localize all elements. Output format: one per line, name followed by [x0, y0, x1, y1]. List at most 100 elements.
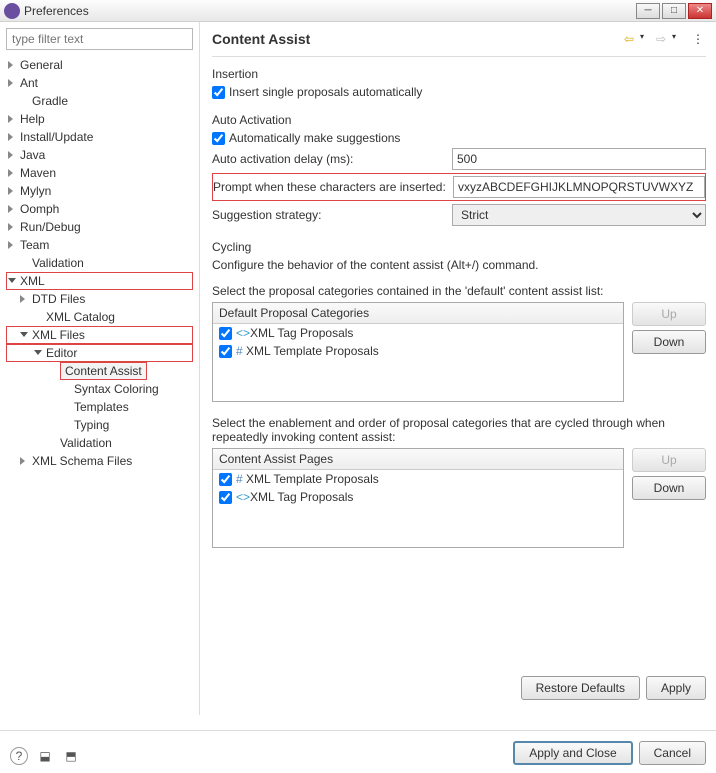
chevron-down-icon[interactable] — [34, 348, 44, 358]
close-button[interactable]: ✕ — [688, 3, 712, 19]
help-icon[interactable]: ? — [10, 747, 28, 765]
titlebar: Preferences ─ □ ✕ — [0, 0, 716, 22]
chevron-down-icon[interactable] — [20, 330, 30, 340]
twisty-blank — [34, 312, 44, 322]
tree-label: Mylyn — [20, 184, 51, 198]
tree-label: XML Schema Files — [32, 454, 132, 468]
tree-node-help[interactable]: Help — [6, 110, 193, 128]
twisty-blank — [20, 96, 30, 106]
twisty-blank — [62, 384, 72, 394]
tree-node-install-update[interactable]: Install/Update — [6, 128, 193, 146]
chevron-right-icon[interactable] — [20, 294, 30, 304]
restore-defaults-button[interactable]: Restore Defaults — [521, 676, 640, 700]
auto-suggest-checkbox[interactable] — [212, 132, 225, 145]
twisty-blank — [62, 402, 72, 412]
tree-label: Validation — [60, 436, 112, 450]
chevron-right-icon[interactable] — [20, 456, 30, 466]
tree-node-ant[interactable]: Ant — [6, 74, 193, 92]
tree-label: Java — [20, 148, 45, 162]
chevron-right-icon[interactable] — [8, 114, 18, 124]
row-checkbox[interactable] — [219, 327, 232, 340]
delay-input[interactable] — [452, 148, 706, 170]
tree-node-mylyn[interactable]: Mylyn — [6, 182, 193, 200]
insert-single-checkbox[interactable] — [212, 86, 225, 99]
apply-button[interactable]: Apply — [646, 676, 706, 700]
tree-node-editor[interactable]: Editor — [6, 344, 193, 362]
up-button[interactable]: Up — [632, 448, 706, 472]
tree-node-gradle[interactable]: Gradle — [6, 92, 193, 110]
tree-label: Oomph — [20, 202, 59, 216]
tree-node-typing[interactable]: Typing — [6, 416, 193, 434]
row-label: XML Template Proposals — [246, 344, 379, 358]
tree-node-team[interactable]: Team — [6, 236, 193, 254]
prompt-input[interactable] — [453, 176, 705, 198]
down-button[interactable]: Down — [632, 330, 706, 354]
import-icon[interactable]: ⬓ — [36, 747, 54, 765]
tree-label: XML Files — [32, 328, 85, 342]
autoactivation-heading: Auto Activation — [212, 113, 706, 127]
tree-label: Editor — [46, 346, 77, 360]
insertion-heading: Insertion — [212, 67, 706, 81]
tree-node-run-debug[interactable]: Run/Debug — [6, 218, 193, 236]
chevron-right-icon[interactable] — [8, 168, 18, 178]
chevron-right-icon[interactable] — [8, 78, 18, 88]
tree-node-oomph[interactable]: Oomph — [6, 200, 193, 218]
apply-and-close-button[interactable]: Apply and Close — [513, 741, 632, 765]
view-menu-icon[interactable]: ⋮ — [692, 32, 706, 46]
strategy-select[interactable]: Strict — [452, 204, 706, 226]
export-icon[interactable]: ⬒ — [62, 747, 80, 765]
tree-node-templates[interactable]: Templates — [6, 398, 193, 416]
minimize-button[interactable]: ─ — [636, 3, 660, 19]
pages-table[interactable]: Content Assist Pages # XML Template Prop… — [212, 448, 624, 548]
page-title: Content Assist — [212, 28, 310, 50]
tag-icon: <> — [236, 326, 250, 340]
chevron-right-icon[interactable] — [8, 186, 18, 196]
cancel-button[interactable]: Cancel — [639, 741, 706, 765]
row-checkbox[interactable] — [219, 491, 232, 504]
back-menu-icon[interactable]: ▾ — [640, 32, 654, 46]
chevron-right-icon[interactable] — [8, 240, 18, 250]
tree-node-general[interactable]: General — [6, 56, 193, 74]
default-categories-table[interactable]: Default Proposal Categories <>XML Tag Pr… — [212, 302, 624, 402]
tree-node-validation[interactable]: Validation — [6, 254, 193, 272]
chevron-right-icon[interactable] — [8, 150, 18, 160]
table-row[interactable]: <>XML Tag Proposals — [213, 488, 623, 506]
chevron-down-icon[interactable] — [8, 276, 18, 286]
table-row[interactable]: # XML Template Proposals — [213, 342, 623, 360]
tree-node-content-assist[interactable]: Content Assist — [6, 362, 193, 380]
up-button[interactable]: Up — [632, 302, 706, 326]
tree-label: Validation — [32, 256, 84, 270]
pages-th: Content Assist Pages — [213, 449, 623, 470]
cycling-heading: Cycling — [212, 240, 706, 254]
tree-node-xml[interactable]: XML — [6, 272, 193, 290]
table-row[interactable]: # XML Template Proposals — [213, 470, 623, 488]
tree-node-xml-files[interactable]: XML Files — [6, 326, 193, 344]
chevron-right-icon[interactable] — [8, 204, 18, 214]
row-label: XML Tag Proposals — [250, 326, 353, 340]
tree-node-xml-schema-files[interactable]: XML Schema Files — [6, 452, 193, 470]
chevron-right-icon[interactable] — [8, 132, 18, 142]
strategy-label: Suggestion strategy: — [212, 208, 452, 222]
fwd-menu-icon[interactable]: ▾ — [672, 32, 686, 46]
filter-input[interactable] — [6, 28, 193, 50]
table-row[interactable]: <>XML Tag Proposals — [213, 324, 623, 342]
chevron-right-icon[interactable] — [8, 60, 18, 70]
row-label: XML Template Proposals — [246, 472, 379, 486]
back-icon[interactable]: ⇦ — [624, 32, 638, 46]
tree-node-xml-catalog[interactable]: XML Catalog — [6, 308, 193, 326]
tree-node-syntax-coloring[interactable]: Syntax Coloring — [6, 380, 193, 398]
tree-node-dtd-files[interactable]: DTD Files — [6, 290, 193, 308]
tree-label: Templates — [74, 400, 129, 414]
forward-icon[interactable]: ⇨ — [656, 32, 670, 46]
tree-label: XML Catalog — [46, 310, 115, 324]
tree-node-java[interactable]: Java — [6, 146, 193, 164]
row-checkbox[interactable] — [219, 473, 232, 486]
tree-node-validation[interactable]: Validation — [6, 434, 193, 452]
default-list-desc: Select the proposal categories contained… — [212, 284, 706, 298]
twisty-blank — [20, 258, 30, 268]
chevron-right-icon[interactable] — [8, 222, 18, 232]
tree-node-maven[interactable]: Maven — [6, 164, 193, 182]
row-checkbox[interactable] — [219, 345, 232, 358]
down-button[interactable]: Down — [632, 476, 706, 500]
maximize-button[interactable]: □ — [662, 3, 686, 19]
